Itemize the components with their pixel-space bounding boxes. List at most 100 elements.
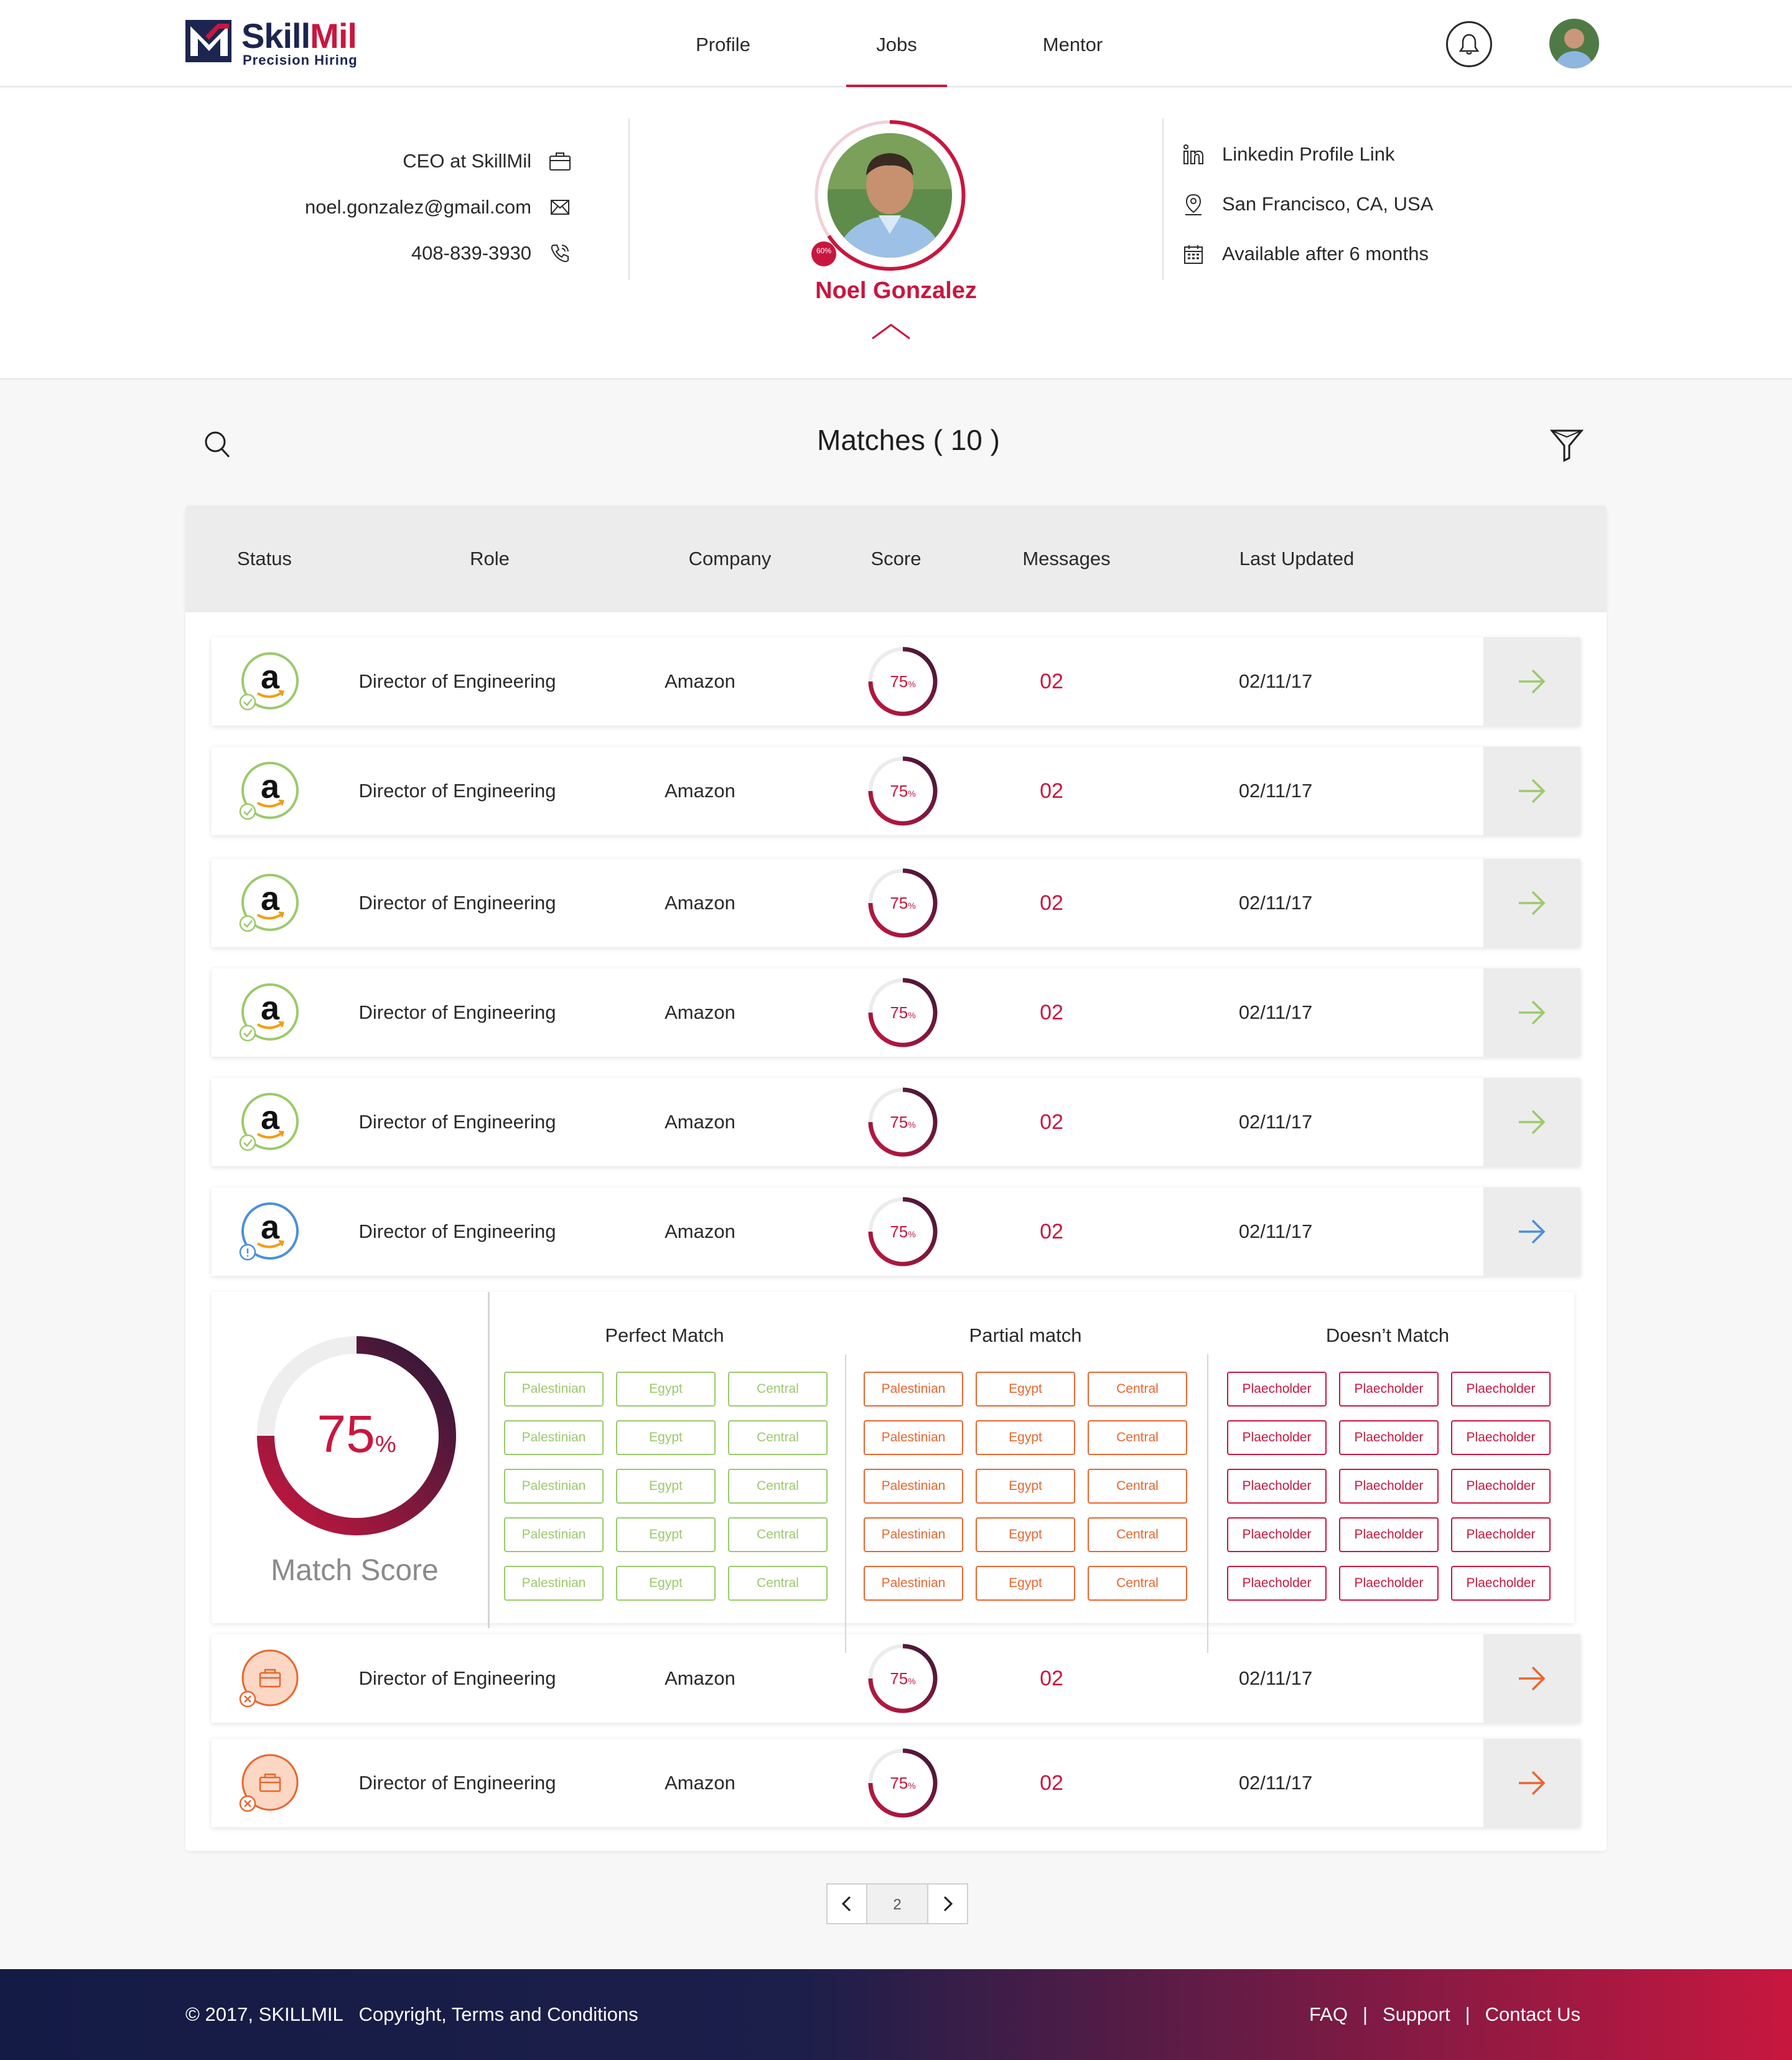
nav-profile[interactable]: Profile — [691, 0, 755, 87]
match-tag: Egypt — [616, 1469, 716, 1504]
messages-count[interactable]: 02 — [1002, 1078, 1101, 1166]
nav-jobs[interactable]: Jobs — [846, 0, 947, 87]
phone-icon — [548, 241, 572, 266]
column-header-status[interactable]: Status — [212, 505, 317, 612]
top-navigation-bar: SkillMil Precision Hiring Profile Jobs M… — [0, 0, 1792, 87]
messages-count[interactable]: 02 — [1002, 1739, 1101, 1827]
column-header-score[interactable]: Score — [846, 505, 946, 612]
last-updated-cell: 02/11/17 — [1238, 1111, 1313, 1133]
open-match-button[interactable] — [1483, 1739, 1580, 1827]
score-percent: % — [908, 1676, 916, 1686]
current-page[interactable]: 2 — [867, 1883, 927, 1924]
match-tag: Central — [728, 1517, 828, 1552]
table-row[interactable]: a Director of Engineering Amazon 75% 02 … — [212, 1078, 1580, 1166]
email-text[interactable]: noel.gonzalez@gmail.com — [305, 196, 531, 218]
table-row[interactable]: Director of Engineering Amazon 75% 02 02… — [212, 1739, 1580, 1827]
linkedin-link[interactable]: Linkedin Profile Link — [1222, 143, 1394, 166]
arrow-right-icon — [1519, 1219, 1546, 1244]
copyright-text[interactable]: © 2017, SKILLMIL Copyright, Terms and Co… — [185, 1969, 638, 2060]
open-match-button[interactable] — [1483, 1078, 1580, 1166]
linkedin-row[interactable]: Linkedin Profile Link — [1181, 129, 1433, 179]
column-header-messages[interactable]: Messages — [1004, 505, 1129, 612]
open-match-button[interactable] — [1483, 747, 1580, 835]
open-match-button[interactable] — [1483, 859, 1580, 947]
location-icon — [1181, 192, 1206, 217]
open-match-button[interactable] — [1483, 1187, 1580, 1276]
match-tag: Egypt — [976, 1469, 1075, 1504]
messages-count[interactable]: 02 — [1002, 968, 1101, 1057]
skillmil-logo[interactable]: SkillMil Precision Hiring — [184, 17, 371, 70]
user-avatar[interactable] — [1549, 19, 1599, 68]
arrow-right-icon — [1519, 779, 1546, 803]
next-page-button[interactable] — [927, 1883, 968, 1924]
notifications-button[interactable] — [1446, 21, 1492, 67]
messages-count[interactable]: 02 — [1002, 1187, 1101, 1276]
table-row[interactable]: a Director of Engineering Amazon 75% 02 … — [212, 637, 1580, 726]
role-cell: Director of Engineering — [358, 1220, 556, 1242]
previous-page-button[interactable] — [826, 1883, 867, 1924]
match-tag: Plaecholder — [1339, 1566, 1439, 1601]
messages-count[interactable]: 02 — [1002, 747, 1101, 835]
match-tag: Plaecholder — [1451, 1469, 1551, 1504]
messages-count[interactable]: 02 — [1002, 859, 1101, 947]
match-tag: Palestinian — [864, 1566, 963, 1601]
linkedin-icon — [1181, 142, 1206, 167]
messages-count[interactable]: 02 — [1002, 1634, 1101, 1723]
last-updated-cell: 02/11/17 — [1238, 892, 1313, 914]
filter-button[interactable] — [1549, 427, 1584, 466]
availability-text: Available after 6 months — [1222, 243, 1429, 265]
calendar-icon — [1181, 241, 1206, 266]
arrow-right-icon — [1519, 1666, 1546, 1691]
score-value: 75% — [866, 1634, 940, 1723]
company-cell: Amazon — [665, 780, 735, 802]
profile-summary: CEO at SkillMil noel.gonzalez@gmail.com … — [0, 88, 1792, 380]
match-tag: Palestinian — [864, 1420, 963, 1455]
match-tag: Egypt — [616, 1420, 716, 1455]
amazon-logo-icon: a — [239, 762, 299, 820]
column-header-role[interactable]: Role — [424, 505, 555, 612]
company-cell: Amazon — [665, 892, 735, 914]
match-tag: Central — [728, 1372, 828, 1407]
match-tag: Egypt — [976, 1517, 1075, 1552]
table-row[interactable]: a Director of Engineering Amazon 75% 02 … — [212, 968, 1580, 1057]
arrow-right-icon — [1519, 1771, 1546, 1795]
company-cell: Amazon — [665, 1001, 735, 1023]
last-updated-cell: 02/11/17 — [1238, 670, 1313, 692]
profile-photo-ring[interactable]: 60% — [810, 116, 969, 275]
open-match-button[interactable] — [1483, 1634, 1580, 1723]
amazon-logo-icon: a — [239, 983, 299, 1042]
table-row[interactable]: a Director of Engineering Amazon 75% 02 … — [212, 1187, 1580, 1276]
search-button[interactable] — [203, 429, 231, 462]
footer-link-support[interactable]: Support — [1383, 1969, 1450, 2060]
open-match-button[interactable] — [1483, 637, 1580, 726]
phone-text[interactable]: 408-839-3930 — [411, 242, 531, 265]
match-detail-panel: 75% Match Score Perfect Match Partial ma… — [212, 1292, 1574, 1653]
match-tag: Plaecholder — [1227, 1372, 1327, 1407]
score-value: 75% — [866, 968, 940, 1057]
table-row[interactable]: a Director of Engineering Amazon 75% 02 … — [212, 747, 1580, 835]
divider-left — [628, 118, 630, 280]
match-tag: Plaecholder — [1339, 1420, 1439, 1455]
footer-link-faq[interactable]: FAQ — [1309, 1969, 1348, 2060]
last-updated-cell: 02/11/17 — [1238, 1220, 1313, 1242]
column-header-last-updated[interactable]: Last Updated — [1203, 505, 1390, 612]
nav-mentor[interactable]: Mentor — [1038, 0, 1108, 87]
footer-link-contact[interactable]: Contact Us — [1485, 1969, 1580, 2060]
score-percent: % — [908, 1781, 916, 1791]
match-score-value: 75% — [254, 1404, 459, 1464]
table-row[interactable]: Director of Engineering Amazon 75% 02 02… — [212, 1634, 1580, 1723]
messages-count[interactable]: 02 — [1002, 637, 1101, 726]
collapse-profile-button[interactable] — [870, 322, 912, 344]
table-row[interactable]: a Director of Engineering Amazon 75% 02 … — [212, 859, 1580, 947]
match-tag: Palestinian — [504, 1566, 604, 1601]
match-score-label: Match Score — [271, 1554, 439, 1587]
arrow-right-icon — [1519, 1000, 1546, 1025]
open-match-button[interactable] — [1483, 968, 1580, 1057]
contact-info: CEO at SkillMil noel.gonzalez@gmail.com … — [305, 138, 572, 276]
column-header-company[interactable]: Company — [665, 505, 795, 612]
mail-icon — [548, 195, 572, 220]
amazon-logo-icon: a — [239, 1202, 299, 1261]
match-tag: Egypt — [976, 1372, 1075, 1407]
match-tag: Palestinian — [504, 1469, 604, 1504]
location-row: San Francisco, CA, USA — [1181, 179, 1433, 229]
